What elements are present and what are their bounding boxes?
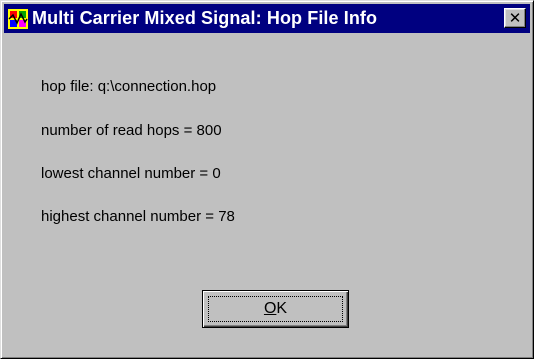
- hop-file-label: hop file: q:\connection.hop: [41, 78, 217, 95]
- ok-button[interactable]: OK: [202, 290, 349, 328]
- lowest-channel-label: lowest channel number = 0: [41, 165, 221, 182]
- ok-mnemonic: O: [263, 300, 277, 317]
- ok-button-label: OK: [208, 296, 343, 322]
- ok-rest: K: [276, 300, 288, 317]
- read-hops-label: number of read hops = 800: [41, 122, 222, 139]
- window-title: Multi Carrier Mixed Signal: Hop File Inf…: [32, 8, 378, 28]
- close-button[interactable]: ✕: [504, 8, 526, 28]
- close-icon: ✕: [508, 8, 522, 27]
- hop-file-info-dialog: Multi Carrier Mixed Signal: Hop File Inf…: [0, 0, 534, 359]
- app-icon: [8, 8, 28, 29]
- highest-channel-label: highest channel number = 78: [41, 208, 235, 225]
- title-bar[interactable]: Multi Carrier Mixed Signal: Hop File Inf…: [4, 4, 530, 33]
